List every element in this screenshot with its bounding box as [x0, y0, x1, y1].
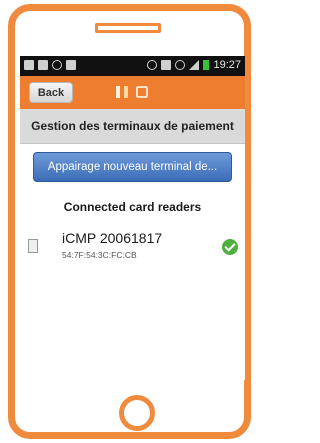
bluetooth-icon	[147, 60, 158, 70]
reader-mac-address: 54:7F:54:3C:FC:CB	[62, 250, 137, 260]
notification-icon	[24, 60, 34, 70]
pair-new-terminal-button[interactable]: Appairage nouveau terminal de...	[33, 152, 232, 182]
speaker-slot	[95, 23, 161, 33]
nfc-icon	[161, 60, 172, 70]
wifi-icon	[175, 60, 186, 70]
reader-list-item[interactable]: iCMP 20061817 54:7F:54:3C:FC:CB	[20, 228, 245, 268]
notification-icon	[38, 60, 48, 70]
page-title: Gestion des terminaux de paiement	[20, 109, 245, 144]
status-time: 19:27	[213, 59, 241, 71]
network-icon[interactable]	[116, 86, 128, 98]
storage-icon[interactable]	[136, 86, 148, 98]
signal-icon	[189, 60, 200, 70]
whatsapp-icon	[52, 60, 62, 70]
connected-check-icon	[222, 239, 238, 255]
reader-name: iCMP 20061817	[62, 230, 163, 246]
image-icon	[66, 60, 76, 70]
screen: 19:27 Back Gestion des terminaux de paie…	[20, 56, 245, 380]
home-button[interactable]	[119, 395, 155, 431]
battery-icon	[203, 60, 210, 70]
card-reader-icon	[28, 239, 38, 253]
connected-readers-header: Connected card readers	[63, 200, 202, 214]
back-button[interactable]: Back	[29, 82, 73, 103]
action-bar: Back	[20, 76, 245, 109]
status-bar: 19:27	[20, 56, 245, 76]
